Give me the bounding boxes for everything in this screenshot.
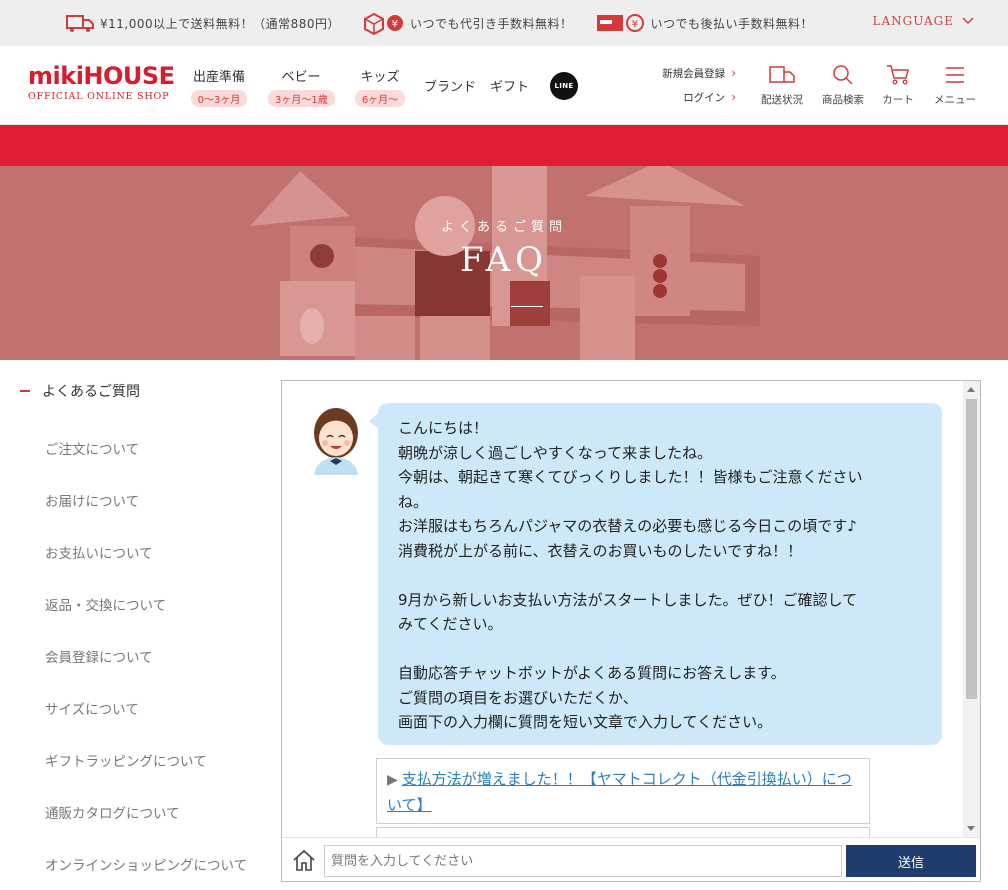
nav-brand[interactable]: ブランド xyxy=(424,76,476,95)
menu-button[interactable]: メニュー xyxy=(925,64,985,107)
logo-subtitle: OFFICIAL ONLINE SHOP xyxy=(28,91,170,102)
svg-text:¥: ¥ xyxy=(631,19,638,30)
promo-cod-text: いつでも代引き手数料無料！ xyxy=(410,16,573,31)
sidebar-item-payment[interactable]: お支払いについて xyxy=(45,542,153,562)
chat-scrollbar[interactable] xyxy=(963,381,980,837)
search-icon xyxy=(833,65,853,85)
message-line: お洋服はもちろんパジャマの衣替えの必要も感じる今日この頃です♪ xyxy=(398,517,857,535)
truck-icon xyxy=(66,15,94,32)
box-yen-icon: ¥ xyxy=(364,12,404,35)
sidebar-item-online-shopping[interactable]: オンラインショッピングについて xyxy=(45,854,247,874)
play-triangle-icon: ▶ xyxy=(387,772,398,788)
svg-text:¥: ¥ xyxy=(392,19,399,30)
nav-baby[interactable]: ベビー 3ヶ月〜1歳 xyxy=(268,66,335,107)
nav-maternity[interactable]: 出産準備 0〜3ヶ月 xyxy=(190,66,248,107)
message-line: 画面下の入力欄に質問を短い文章で入力してください。 xyxy=(398,713,773,731)
message-line: 今朝は、朝起きて寒くてびっくりしました！！皆様もご注意ください xyxy=(398,468,863,486)
register-label: 新規会員登録 xyxy=(662,68,726,80)
suggested-question-link[interactable]: 支払方法が増えました！！【ヤマトコレクト（代金引換払い）について】 xyxy=(387,770,852,814)
scroll-down-arrow-icon[interactable] xyxy=(967,826,975,831)
sidebar-item-catalog[interactable]: 通販カタログについて xyxy=(45,802,180,822)
login-link[interactable]: ログイン › xyxy=(683,90,736,105)
line-label: LINE xyxy=(554,82,574,90)
card-yen-icon: ¥ xyxy=(596,14,644,32)
cart-icon xyxy=(887,65,909,85)
sidebar-heading[interactable]: よくあるご質問 xyxy=(20,381,140,401)
sidebar-item-membership[interactable]: 会員登録について xyxy=(45,646,153,666)
message-gap xyxy=(398,563,922,588)
chevron-right-icon: › xyxy=(731,66,736,80)
promo-postpay-text: いつでも後払い手数料無料！ xyxy=(650,16,814,31)
nav-kids[interactable]: キッズ 6ヶ月〜 xyxy=(352,66,408,107)
nav-baby-age: 3ヶ月〜1歳 xyxy=(268,90,335,107)
miki-house-logo[interactable]: mikiHOUSE OFFICIAL ONLINE SHOP xyxy=(28,62,175,102)
sidebar-item-orders[interactable]: ご注文について xyxy=(45,438,139,458)
message-line: こんにちは！ xyxy=(398,419,489,437)
hero-kicker: よくあるご質問 xyxy=(440,220,567,235)
delivery-icon xyxy=(769,66,795,83)
nav-kids-label: キッズ xyxy=(360,70,400,85)
sidebar-item-returns[interactable]: 返品・交換について xyxy=(45,594,166,614)
promo-postpay: ¥ いつでも後払い手数料無料！ xyxy=(595,11,814,35)
sidebar-item-sizes[interactable]: サイズについて xyxy=(45,698,139,718)
message-line: 9月から新しいお支払い方法がスタートしました。ぜひ！ご確認して xyxy=(398,590,858,609)
line-icon[interactable]: LINE xyxy=(550,72,578,100)
chevron-right-icon: › xyxy=(731,90,736,104)
delivery-status-button[interactable]: 配送状況 xyxy=(752,64,812,107)
top-info-bar: ¥11,000以上で送料無料！（通常880円） ¥ いつでも代引き手数料無料！ … xyxy=(0,0,1008,46)
message-line: ね。 xyxy=(398,492,429,511)
sidebar-item-delivery[interactable]: お届けについて xyxy=(45,490,139,510)
chat-input-bar: 送信 xyxy=(282,837,980,881)
sidebar-item-gift-wrapping[interactable]: ギフトラッピングについて xyxy=(45,750,207,770)
send-button[interactable]: 送信 xyxy=(846,845,976,877)
message-line: 自動応答チャットボットがよくある質問にお答えします。 xyxy=(398,664,786,682)
search-label: 商品検索 xyxy=(822,94,864,106)
faq-hero-banner: よくあるご質問 FAQ xyxy=(0,166,1008,360)
message-line: みてください。 xyxy=(398,615,503,633)
language-label: LANGUAGE xyxy=(872,14,954,28)
menu-label: メニュー xyxy=(934,94,976,106)
nav-maternity-label: 出産準備 xyxy=(192,70,245,85)
nav-gift[interactable]: ギフト xyxy=(490,76,529,95)
operator-avatar xyxy=(314,408,358,475)
site-header: mikiHOUSE OFFICIAL ONLINE SHOP 出産準備 0〜3ヶ… xyxy=(0,46,1008,125)
product-search-button[interactable]: 商品検索 xyxy=(813,64,873,107)
chat-message-bubble: こんにちは！ 朝晩が涼しく過ごしやすくなって来ましたね。 今朝は、朝起きて寒くて… xyxy=(369,403,942,745)
nav-kids-age: 6ヶ月〜 xyxy=(354,90,406,107)
chatbot-window: こんにちは！ 朝晩が涼しく過ごしやすくなって来ましたね。 今朝は、朝起きて寒くて… xyxy=(281,380,981,882)
sidebar-heading-label: よくあるご質問 xyxy=(42,384,140,400)
logo-mark: mikiHOUSE xyxy=(28,62,175,90)
nav-baby-label: ベビー xyxy=(281,70,321,85)
promo-cod: ¥ いつでも代引き手数料無料！ xyxy=(362,11,573,35)
register-link[interactable]: 新規会員登録 › xyxy=(662,66,736,81)
hero-divider xyxy=(511,306,543,307)
login-label: ログイン xyxy=(683,92,726,104)
question-input[interactable] xyxy=(324,845,842,877)
message-line: 朝晩が涼しく過ごしやすくなって来ましたね。 xyxy=(398,443,713,462)
cart-button[interactable]: カート xyxy=(868,64,928,107)
menu-icon xyxy=(946,67,964,83)
chevron-down-icon xyxy=(962,17,974,25)
hero-title: FAQ xyxy=(459,240,549,280)
promo-shipping: ¥11,000以上で送料無料！（通常880円） xyxy=(66,13,340,33)
scroll-thumb[interactable] xyxy=(966,399,977,699)
collapse-dash-icon xyxy=(20,390,30,392)
brand-red-band xyxy=(0,125,1008,166)
home-icon[interactable] xyxy=(291,847,317,873)
cart-label: カート xyxy=(882,94,914,106)
scroll-up-arrow-icon[interactable] xyxy=(967,387,975,392)
message-line: ご質問の項目をお選びいただくか、 xyxy=(398,688,638,707)
message-line: 消費税が上がる前に、衣替えのお買いものしたいですね！！ xyxy=(398,541,803,560)
delivery-label: 配送状況 xyxy=(761,94,803,106)
language-selector[interactable]: LANGUAGE xyxy=(873,14,974,28)
message-gap xyxy=(398,637,922,662)
promo-shipping-text: ¥11,000以上で送料無料！（通常880円） xyxy=(100,16,341,31)
nav-maternity-age: 0〜3ヶ月 xyxy=(190,90,248,107)
suggested-question-card[interactable]: ▶ 支払方法が増えました！！【ヤマトコレクト（代金引換払い）について】 xyxy=(376,758,870,824)
